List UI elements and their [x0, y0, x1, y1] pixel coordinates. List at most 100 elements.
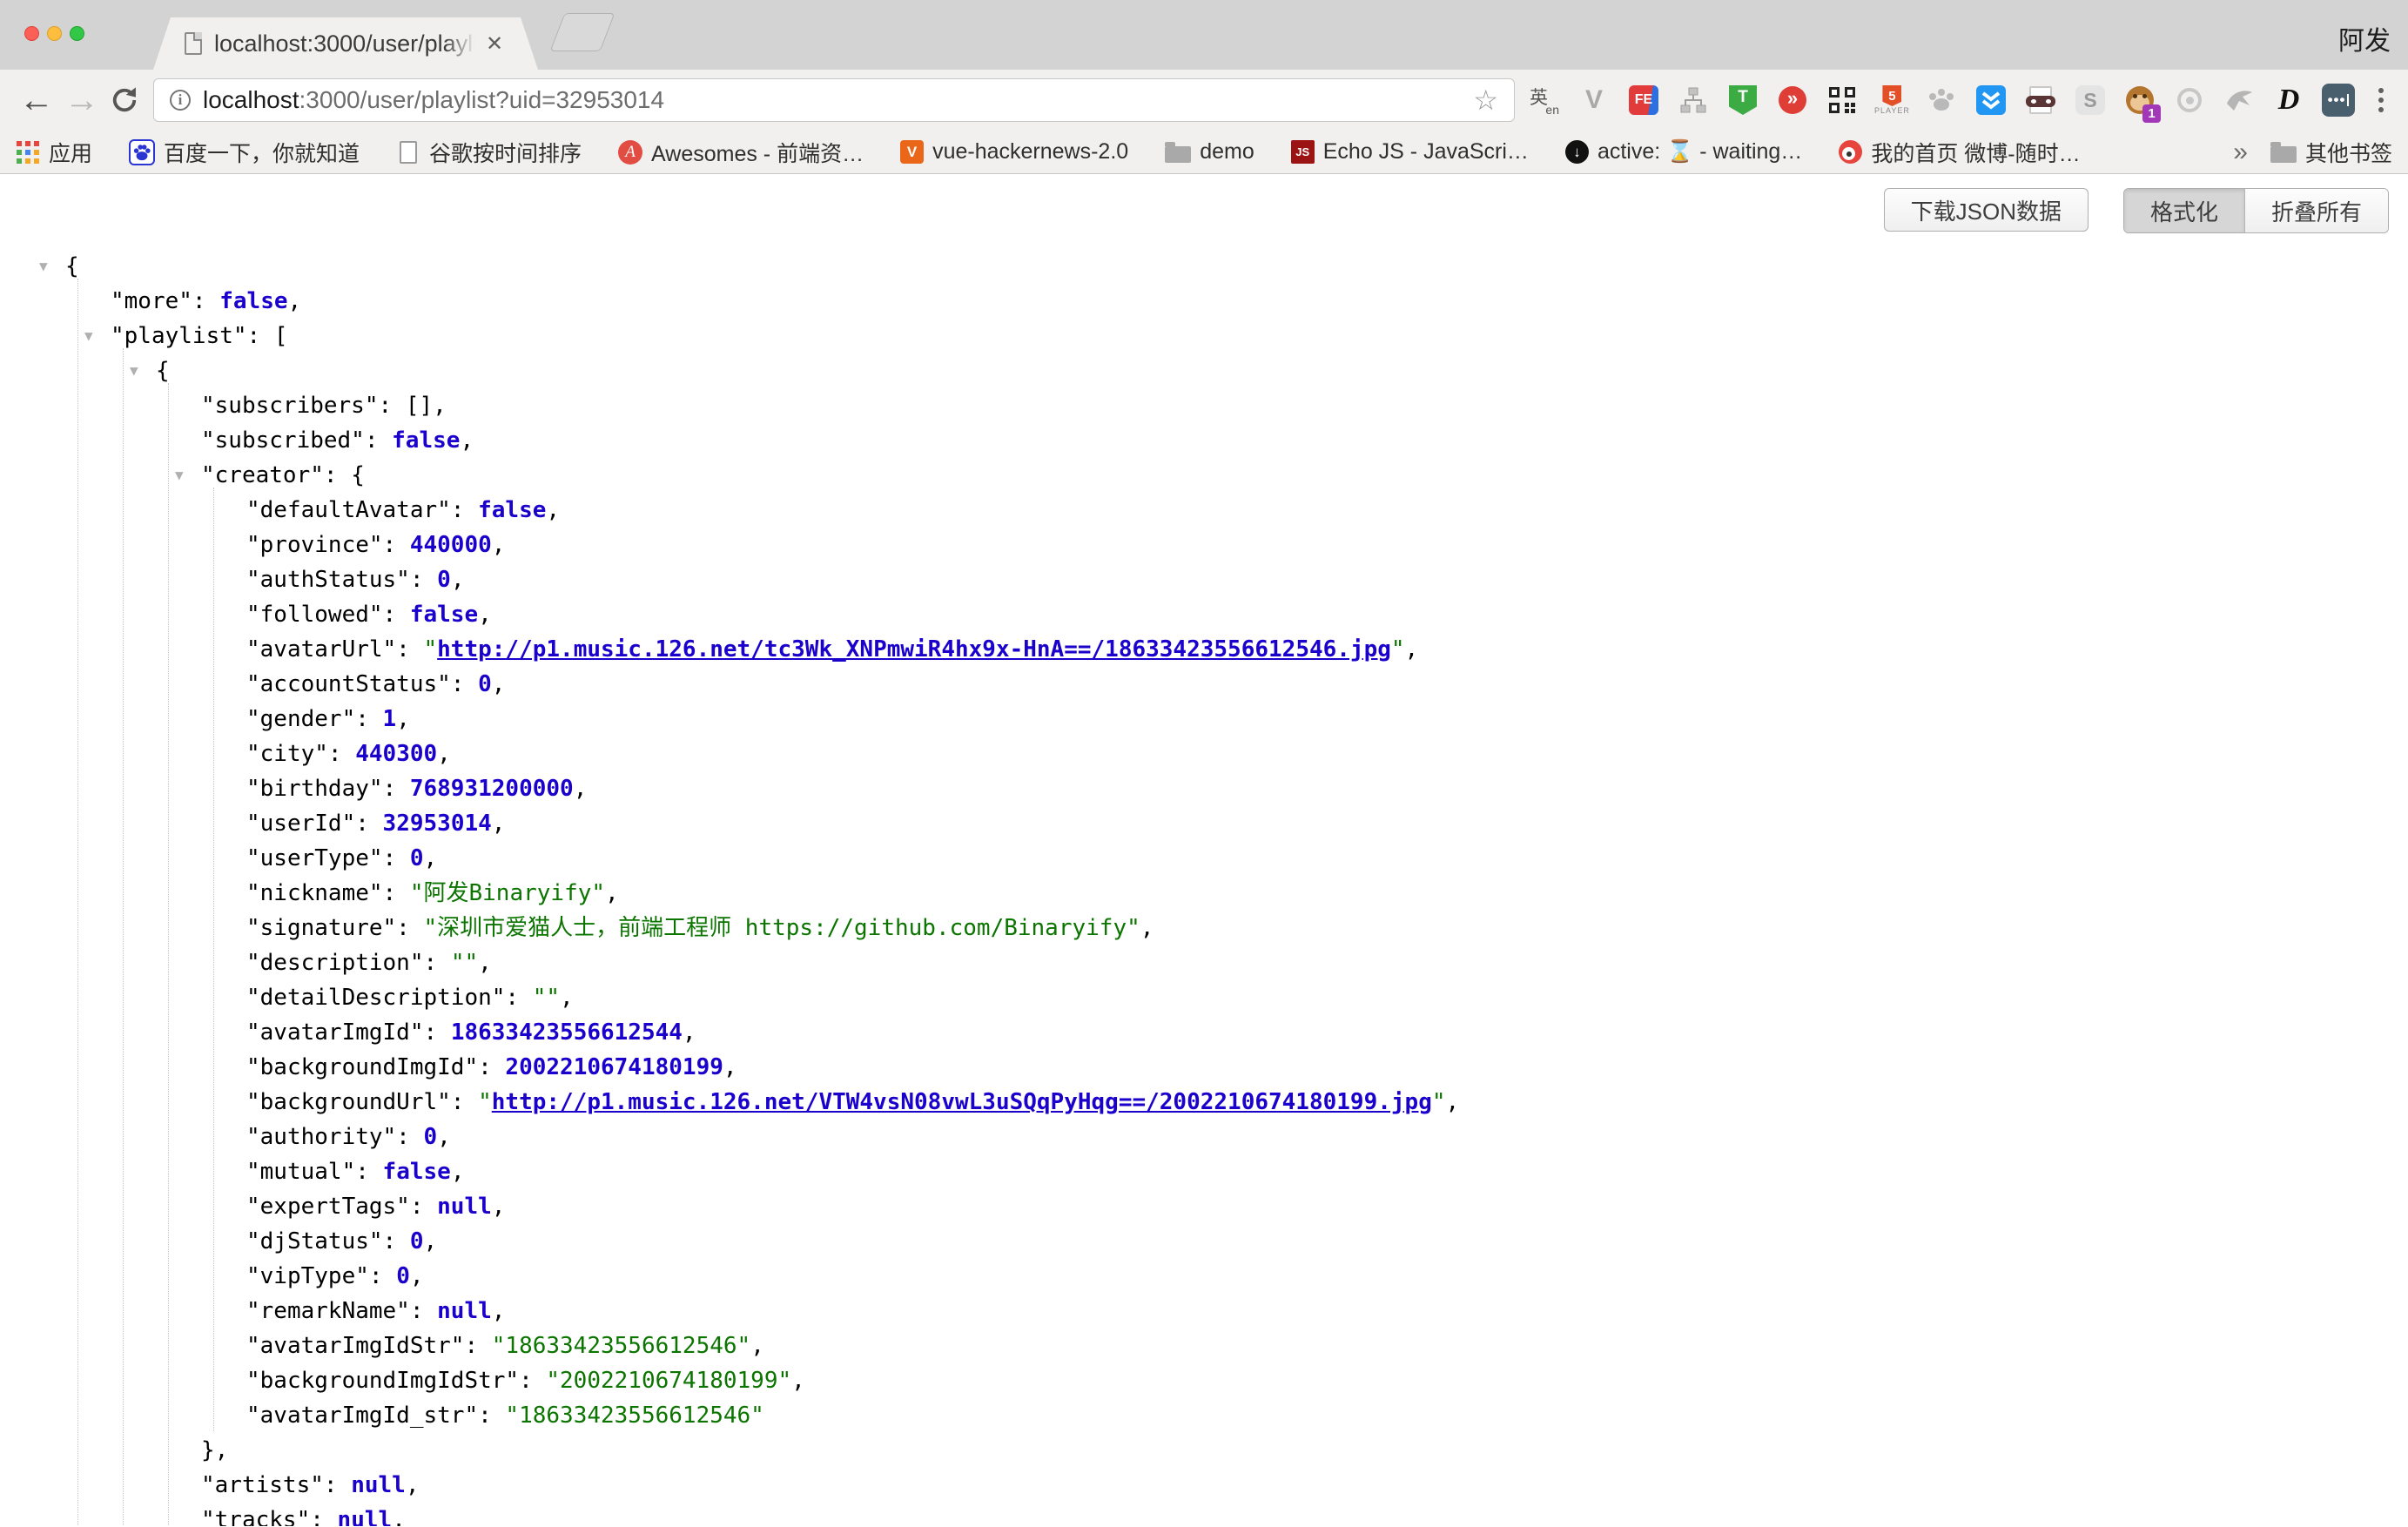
translate-en: en — [1545, 103, 1559, 117]
sitemap-icon[interactable] — [1676, 81, 1711, 119]
json-key: "authority": — [246, 1124, 424, 1150]
password-dots-icon[interactable]: ••• — [2321, 81, 2356, 119]
json-line: "subscribers": [], — [65, 388, 2408, 423]
json-line: "description": "", — [65, 945, 2408, 980]
reload-button[interactable] — [104, 84, 145, 116]
json-line: "backgroundUrl": "http://p1.music.126.ne… — [65, 1085, 2408, 1120]
other-bookmarks[interactable]: 其他书签 — [2270, 137, 2392, 168]
json-line: "avatarImgId_str": "18633423556612546" — [65, 1398, 2408, 1433]
tab-close-icon[interactable]: ✕ — [486, 31, 503, 57]
collapse-arrow-icon[interactable]: ▼ — [175, 458, 184, 493]
json-key: "userType": — [246, 845, 410, 871]
hummingbird-icon[interactable] — [2222, 81, 2257, 119]
tab-strip: localhost:3000/user/playlist?ui ✕ 阿发 — [0, 0, 2408, 70]
json-punctuation: }, — [201, 1437, 228, 1463]
json-punctuation: , — [791, 1368, 805, 1394]
close-window-button[interactable] — [24, 26, 39, 41]
vue-icon[interactable]: V — [1577, 81, 1611, 119]
bookmarks-overflow-chevron[interactable]: » — [2233, 138, 2248, 167]
json-string-value: "2002210674180199" — [546, 1368, 791, 1394]
forward-button[interactable]: → — [59, 83, 104, 118]
json-punctuation: , — [478, 602, 492, 628]
json-key: "tracks": — [201, 1507, 338, 1526]
baidu-paw-icon — [129, 139, 155, 165]
json-punctuation: , — [478, 950, 492, 976]
json-line: "detailDescription": "", — [65, 980, 2408, 1015]
minimize-window-button[interactable] — [47, 26, 62, 41]
address-bar[interactable]: i localhost :3000/user/playlist?uid=3295… — [153, 78, 1515, 122]
weibo-icon — [1839, 140, 1862, 164]
json-punctuation: , — [1140, 915, 1154, 941]
s-tool-icon[interactable]: S — [2073, 81, 2108, 119]
back-button[interactable]: ← — [14, 83, 59, 118]
paw-icon[interactable] — [1924, 81, 1959, 119]
json-punctuation: , — [492, 811, 506, 837]
bookmark-demo-folder[interactable]: demo — [1165, 139, 1254, 165]
json-line: "followed": false, — [65, 597, 2408, 632]
indent-guide — [77, 279, 78, 1526]
profile-name[interactable]: 阿发 — [2338, 19, 2391, 57]
json-line: "backgroundImgId": 2002210674180199, — [65, 1050, 2408, 1085]
json-line: "defaultAvatar": false, — [65, 493, 2408, 528]
vue-letter: V — [1585, 85, 1603, 115]
mask-glyph — [2029, 86, 2052, 114]
collapse-all-button[interactable]: 折叠所有 — [2244, 189, 2388, 232]
download-json-button[interactable]: 下载JSON数据 — [1884, 188, 2089, 232]
bookmark-weibo[interactable]: 我的首页 微博-随时… — [1839, 137, 2080, 168]
folder-icon — [2270, 146, 2297, 163]
json-punctuation: , — [683, 1019, 696, 1046]
qr-code-icon[interactable] — [1825, 81, 1860, 119]
json-viewer-mask-icon[interactable] — [2023, 81, 2058, 119]
json-key: "backgroundUrl": — [246, 1089, 478, 1115]
reload-icon — [109, 84, 140, 116]
bookmark-label: demo — [1200, 139, 1254, 165]
browser-tab[interactable]: localhost:3000/user/playlist?ui ✕ — [153, 17, 538, 70]
html5-caption: PLAYER — [1874, 106, 1910, 115]
json-punctuation: , — [424, 845, 438, 871]
collapse-arrow-icon[interactable]: ▼ — [84, 319, 93, 353]
site-info-icon[interactable]: i — [170, 90, 191, 111]
format-button[interactable]: 格式化 — [2124, 189, 2244, 232]
json-literal-value: null — [437, 1194, 492, 1220]
collapse-arrow-icon[interactable]: ▼ — [39, 249, 48, 284]
json-line: }, — [65, 1433, 2408, 1468]
fe-helper-icon[interactable]: FE — [1626, 81, 1661, 119]
json-key: "city": — [246, 741, 355, 767]
zoom-window-button[interactable] — [70, 26, 84, 41]
s-letter: S — [2075, 85, 2105, 115]
json-punctuation: , — [560, 985, 574, 1011]
fast-forward-icon[interactable]: » — [1775, 81, 1810, 119]
d-logo-icon[interactable]: D — [2271, 81, 2306, 119]
vimium-icon[interactable] — [1974, 81, 2008, 119]
bookmark-star-icon[interactable]: ☆ — [1473, 84, 1498, 117]
monkey-icon[interactable]: 1 — [2122, 81, 2157, 119]
bookmark-apps[interactable]: 应用 — [16, 137, 92, 168]
json-string-value: "" — [533, 985, 560, 1011]
collapse-arrow-icon[interactable]: ▼ — [130, 353, 138, 388]
bookmark-awesomes[interactable]: A Awesomes - 前端资… — [618, 137, 864, 168]
json-line: "vipType": 0, — [65, 1259, 2408, 1294]
weibo-gray-icon[interactable] — [2172, 81, 2207, 119]
json-punctuation: , — [451, 1159, 465, 1185]
extension-icons: 英en V FE T » 5 PLAYER — [1527, 81, 2356, 119]
fast-forward-glyph: » — [1779, 86, 1806, 114]
tampermonkey-icon[interactable]: T — [1725, 81, 1760, 119]
new-tab-button[interactable] — [550, 13, 615, 51]
bookmark-baidu[interactable]: 百度一下，你就知道 — [129, 137, 360, 168]
chrome-menu-icon[interactable] — [2368, 88, 2394, 112]
bookmark-active[interactable]: ↓ active: ⌛ - waiting… — [1565, 139, 1802, 165]
json-key: "avatarImgId": — [246, 1019, 451, 1046]
json-punctuation: , — [392, 1507, 406, 1526]
json-literal-value: 768931200000 — [410, 776, 574, 802]
view-mode-segmented-control: 格式化 折叠所有 — [2123, 188, 2389, 233]
bookmark-echojs[interactable]: JS Echo JS - JavaScri… — [1291, 139, 1529, 165]
json-key: "accountStatus": — [246, 671, 478, 697]
json-line: "djStatus": 0, — [65, 1224, 2408, 1259]
bookmark-google-sort[interactable]: 谷歌按时间排序 — [396, 137, 582, 168]
json-key: "description": — [246, 950, 451, 976]
html5-player-icon[interactable]: 5 PLAYER — [1874, 81, 1909, 119]
json-url-link[interactable]: http://p1.music.126.net/VTW4vsN08vwL3uSQ… — [492, 1089, 1432, 1115]
translate-icon[interactable]: 英en — [1527, 81, 1562, 119]
bookmark-vue-hackernews[interactable]: V vue-hackernews-2.0 — [900, 139, 1128, 165]
json-url-link[interactable]: http://p1.music.126.net/tc3Wk_XNPmwiR4hx… — [437, 636, 1391, 663]
